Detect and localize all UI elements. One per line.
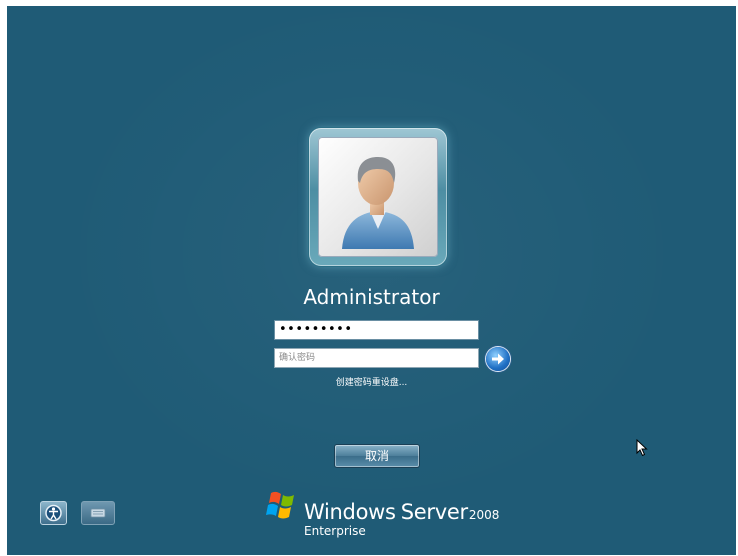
password-field[interactable]: ••••••••• (274, 320, 479, 340)
brand-version: 2008 (468, 508, 500, 522)
keyboard-icon (90, 508, 106, 518)
brand-edition: Enterprise (304, 524, 366, 538)
cancel-button[interactable]: 取消 (334, 444, 420, 468)
ease-of-access-button[interactable] (40, 501, 67, 525)
product-name: Windows Server2008 (304, 500, 499, 524)
logon-screen: Administrator ••••••••• 确认密码 创建密码重设盘... … (7, 6, 736, 555)
mouse-cursor-icon (636, 438, 648, 461)
submit-arrow-button[interactable] (486, 347, 510, 371)
confirm-password-field[interactable]: 确认密码 (274, 348, 479, 368)
confirm-password-placeholder: 确认密码 (279, 353, 316, 363)
create-reset-disk-link[interactable]: 创建密码重设盘... (7, 375, 736, 388)
user-avatar-tile (309, 128, 447, 266)
arrow-right-icon (492, 353, 504, 365)
windows-flag-icon (263, 489, 301, 527)
user-silhouette-icon (318, 137, 438, 257)
on-screen-keyboard-button[interactable] (81, 501, 115, 525)
username-label: Administrator (303, 285, 440, 309)
ease-of-access-icon (45, 504, 62, 522)
password-value: ••••••••• (279, 322, 353, 337)
brand-windows: Windows (304, 500, 396, 524)
brand-server: Server (400, 500, 468, 524)
